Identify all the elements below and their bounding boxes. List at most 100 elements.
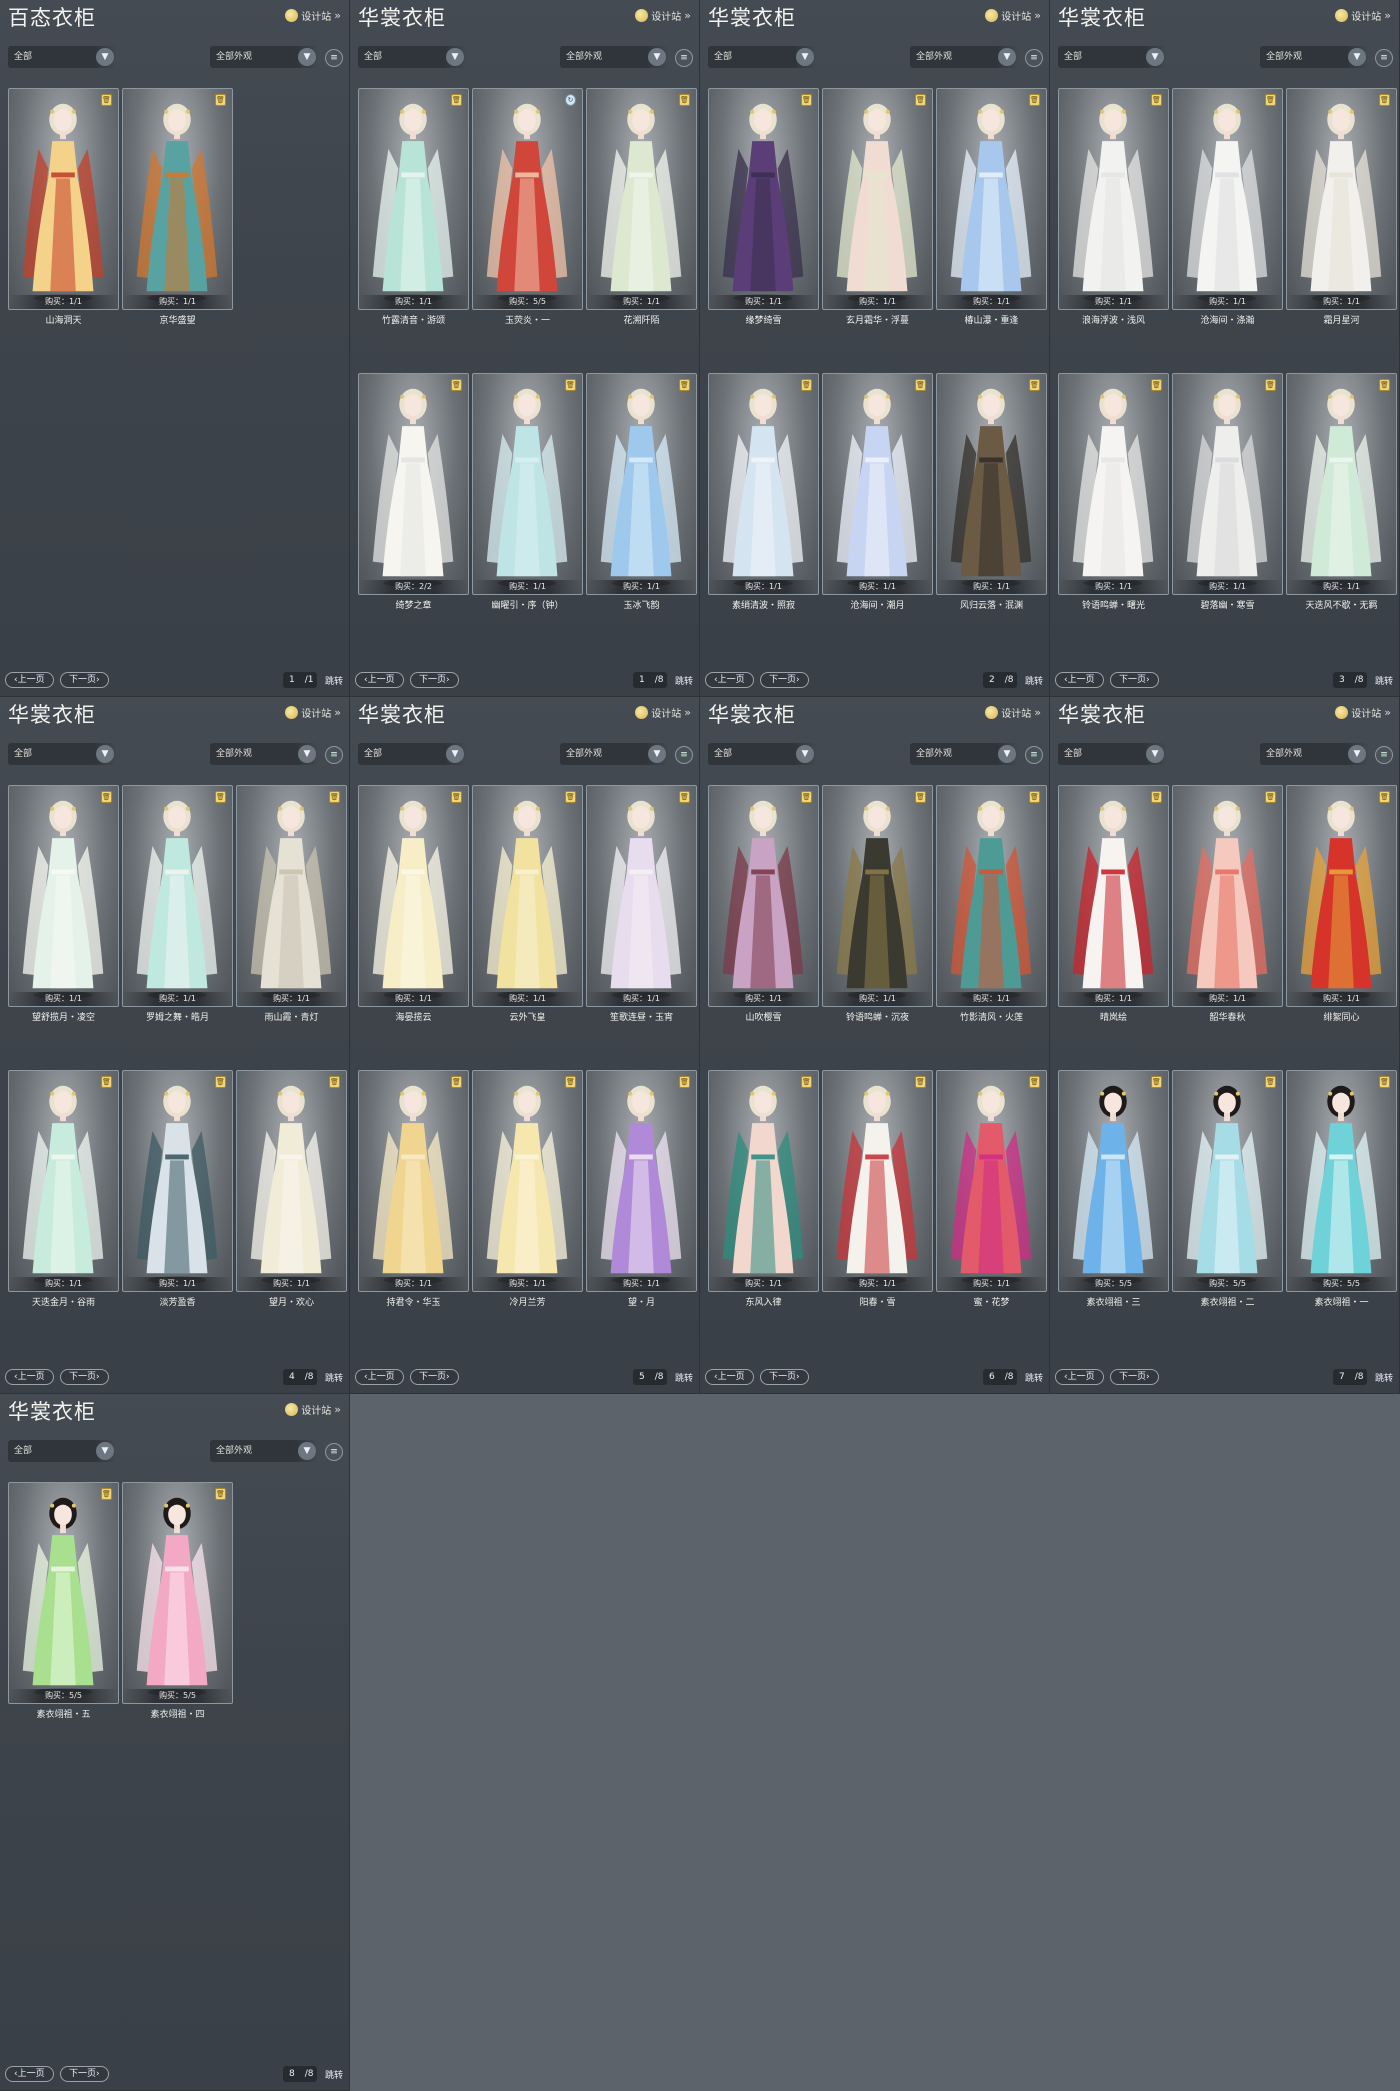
trash-icon[interactable]: 🗑	[565, 379, 576, 391]
appearance-dropdown[interactable]: 全部外观 ▼	[210, 1440, 318, 1462]
trash-icon[interactable]: 🗑	[215, 1488, 226, 1500]
prev-page-button[interactable]: ‹上一页	[5, 2066, 54, 2082]
outfit-card[interactable]: 🗑 购买：1/1	[1172, 88, 1283, 310]
filter-list-icon[interactable]: ≡	[1375, 49, 1393, 67]
trash-icon[interactable]: 🗑	[451, 791, 462, 803]
outfit-card[interactable]: 🗑 购买：1/1	[472, 785, 583, 1007]
jump-button[interactable]: 跳转	[1021, 1371, 1043, 1384]
next-page-button[interactable]: 下一页›	[760, 672, 809, 688]
design-station-button[interactable]: 设计站»	[285, 1402, 341, 1417]
page-number-input[interactable]: 7/8	[1332, 1369, 1367, 1385]
appearance-dropdown[interactable]: 全部外观 ▼	[560, 743, 668, 765]
outfit-card[interactable]: 🗑 购买：1/1	[122, 88, 233, 310]
jump-button[interactable]: 跳转	[1371, 674, 1393, 687]
trash-icon[interactable]: 🗑	[1265, 791, 1276, 803]
next-page-button[interactable]: 下一页›	[410, 1369, 459, 1385]
outfit-card[interactable]: 🗑 购买：1/1	[8, 785, 119, 1007]
outfit-card[interactable]: 🗑 购买：1/1	[1172, 785, 1283, 1007]
outfit-card[interactable]: 🗑 购买：1/1	[472, 373, 583, 595]
outfit-card[interactable]: 🗑 购买：1/1	[358, 1070, 469, 1292]
page-number-input[interactable]: 5/8	[632, 1369, 667, 1385]
design-station-button[interactable]: 设计站»	[285, 8, 341, 23]
trash-icon[interactable]: 🗑	[915, 1076, 926, 1088]
appearance-dropdown[interactable]: 全部外观 ▼	[1260, 743, 1368, 765]
trash-icon[interactable]: 🗑	[329, 1076, 340, 1088]
outfit-card[interactable]: 🗑 购买：1/1	[236, 785, 347, 1007]
trash-icon[interactable]: 🗑	[801, 94, 812, 106]
filter-list-icon[interactable]: ≡	[325, 746, 343, 764]
jump-button[interactable]: 跳转	[671, 674, 693, 687]
trash-icon[interactable]: 🗑	[1151, 1076, 1162, 1088]
trash-icon[interactable]: 🗑	[1379, 94, 1390, 106]
filter-list-icon[interactable]: ≡	[1025, 746, 1043, 764]
outfit-card[interactable]: 🗑 购买：1/1	[1058, 785, 1169, 1007]
outfit-card[interactable]: 🗑 购买：1/1	[358, 88, 469, 310]
category-dropdown[interactable]: 全部 ▼	[8, 743, 116, 765]
outfit-card[interactable]: 🗑 购买：1/1	[936, 373, 1047, 595]
trash-icon[interactable]: 🗑	[915, 94, 926, 106]
outfit-card[interactable]: 🗑 购买：1/1	[8, 1070, 119, 1292]
trash-icon[interactable]: 🗑	[1151, 379, 1162, 391]
trash-icon[interactable]: 🗑	[451, 379, 462, 391]
design-station-button[interactable]: 设计站»	[985, 8, 1041, 23]
jump-button[interactable]: 跳转	[321, 1371, 343, 1384]
outfit-card[interactable]: 🗑 购买：1/1	[822, 88, 933, 310]
outfit-card[interactable]: 🗑 购买：1/1	[586, 88, 697, 310]
design-station-button[interactable]: 设计站»	[635, 8, 691, 23]
outfit-card[interactable]: 🗑 购买：5/5	[1058, 1070, 1169, 1292]
outfit-card[interactable]: 🗑 购买：1/1	[708, 88, 819, 310]
outfit-card[interactable]: 🗑 购买：1/1	[936, 88, 1047, 310]
outfit-card[interactable]: 🗑 购买：1/1	[1286, 88, 1397, 310]
trash-icon[interactable]: 🗑	[1029, 791, 1040, 803]
trash-icon[interactable]: 🗑	[451, 1076, 462, 1088]
jump-button[interactable]: 跳转	[1371, 1371, 1393, 1384]
trash-icon[interactable]: 🗑	[801, 791, 812, 803]
filter-list-icon[interactable]: ≡	[675, 49, 693, 67]
prev-page-button[interactable]: ‹上一页	[5, 1369, 54, 1385]
appearance-dropdown[interactable]: 全部外观 ▼	[910, 743, 1018, 765]
filter-list-icon[interactable]: ≡	[675, 746, 693, 764]
trash-icon[interactable]: 🗑	[101, 1076, 112, 1088]
outfit-card[interactable]: 🗑 购买：5/5	[1286, 1070, 1397, 1292]
page-number-input[interactable]: 1/8	[632, 672, 667, 688]
appearance-dropdown[interactable]: 全部外观 ▼	[910, 46, 1018, 68]
trash-icon[interactable]: 🗑	[915, 791, 926, 803]
prev-page-button[interactable]: ‹上一页	[355, 1369, 404, 1385]
design-station-button[interactable]: 设计站»	[985, 705, 1041, 720]
outfit-card[interactable]: 🗑 购买：1/1	[936, 1070, 1047, 1292]
trash-icon[interactable]: 🗑	[1029, 94, 1040, 106]
outfit-card[interactable]: 🗑 购买：1/1	[822, 785, 933, 1007]
design-station-button[interactable]: 设计站»	[1335, 705, 1391, 720]
category-dropdown[interactable]: 全部 ▼	[708, 743, 816, 765]
outfit-card[interactable]: 🗑 购买：1/1	[236, 1070, 347, 1292]
outfit-card[interactable]: 🗑 购买：5/5	[1172, 1070, 1283, 1292]
next-page-button[interactable]: 下一页›	[1110, 672, 1159, 688]
trash-icon[interactable]: 🗑	[679, 1076, 690, 1088]
trash-icon[interactable]: 🗑	[101, 1488, 112, 1500]
category-dropdown[interactable]: 全部 ▼	[8, 46, 116, 68]
category-dropdown[interactable]: 全部 ▼	[358, 46, 466, 68]
prev-page-button[interactable]: ‹上一页	[1055, 1369, 1104, 1385]
trash-icon[interactable]: 🗑	[801, 379, 812, 391]
trash-icon[interactable]: 🗑	[679, 379, 690, 391]
outfit-card[interactable]: 🗑 购买：1/1	[708, 785, 819, 1007]
page-number-input[interactable]: 2/8	[982, 672, 1017, 688]
outfit-card[interactable]: 🗑 购买：1/1	[822, 1070, 933, 1292]
trash-icon[interactable]: 🗑	[915, 379, 926, 391]
page-number-input[interactable]: 4/8	[282, 1369, 317, 1385]
next-page-button[interactable]: 下一页›	[60, 672, 109, 688]
outfit-card[interactable]: 🗑 购买：1/1	[822, 373, 933, 595]
trash-icon[interactable]: 🗑	[215, 1076, 226, 1088]
prev-page-button[interactable]: ‹上一页	[1055, 672, 1104, 688]
next-page-button[interactable]: 下一页›	[760, 1369, 809, 1385]
trash-icon[interactable]: 🗑	[1029, 379, 1040, 391]
outfit-card[interactable]: 🗑 购买：1/1	[358, 785, 469, 1007]
next-page-button[interactable]: 下一页›	[410, 672, 459, 688]
outfit-card[interactable]: ↻ 购买：5/5	[472, 88, 583, 310]
outfit-card[interactable]: 🗑 购买：1/1	[586, 1070, 697, 1292]
trash-icon[interactable]: 🗑	[101, 94, 112, 106]
next-page-button[interactable]: 下一页›	[1110, 1369, 1159, 1385]
outfit-card[interactable]: 🗑 购买：1/1	[122, 1070, 233, 1292]
outfit-card[interactable]: 🗑 购买：1/1	[936, 785, 1047, 1007]
page-number-input[interactable]: 6/8	[982, 1369, 1017, 1385]
